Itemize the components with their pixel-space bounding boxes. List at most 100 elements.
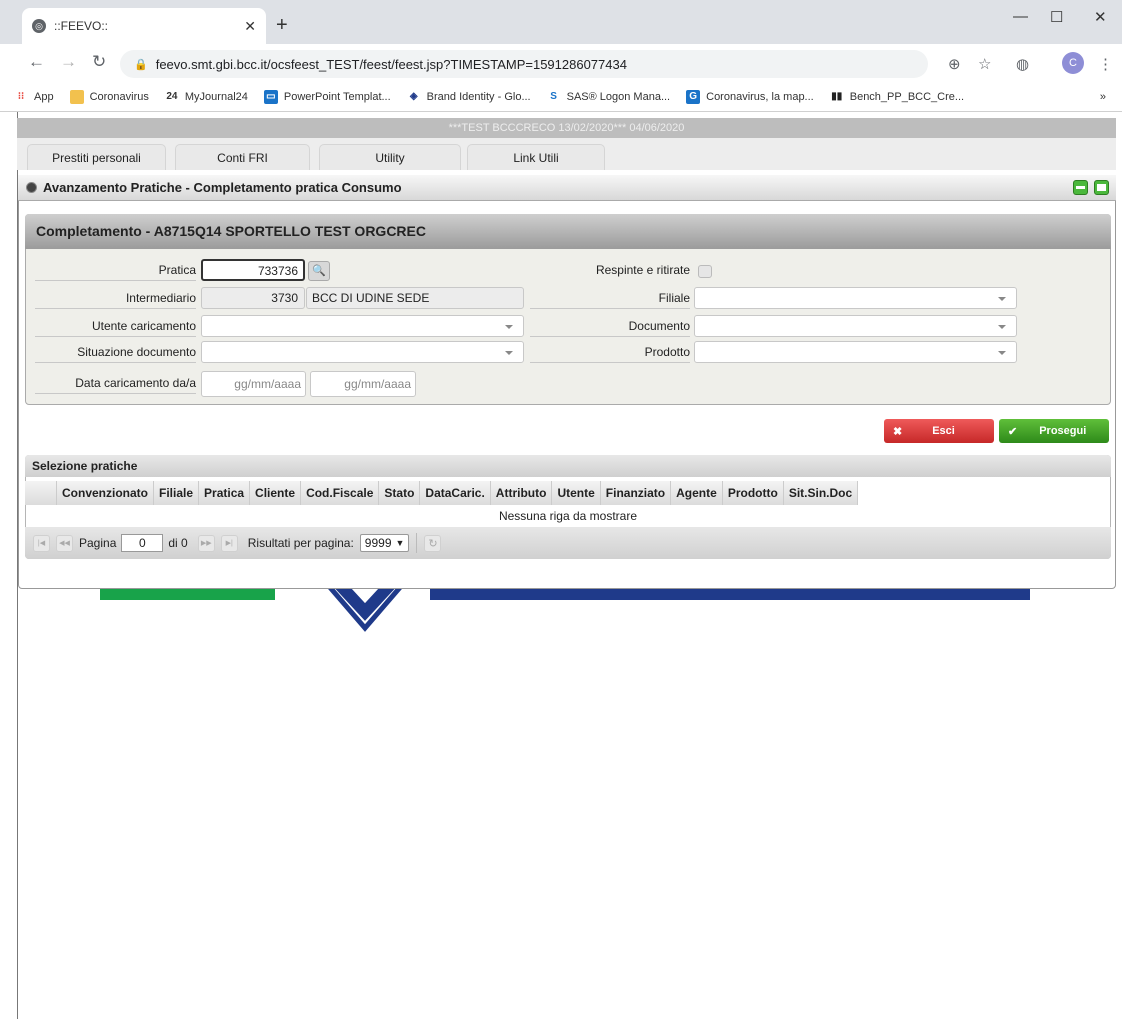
first-page-icon[interactable]: |◀ <box>33 534 50 552</box>
prodotto-select[interactable] <box>694 341 1017 363</box>
pratica-input[interactable]: 733736 <box>201 259 305 281</box>
browser-tab[interactable]: ◎ ::FEEVO:: ✕ <box>22 8 266 44</box>
last-page-icon[interactable]: ▶| <box>220 534 238 552</box>
grid-header: Convenzionato Filiale Pratica Cliente Co… <box>25 481 859 505</box>
zoom-icon[interactable]: ⊕ <box>948 55 961 73</box>
label-respinte: Respinte e ritirate <box>595 263 690 277</box>
filiale-select[interactable] <box>694 287 1017 309</box>
next-page-icon[interactable]: ▶▶ <box>197 534 215 552</box>
lock-icon: 🔒 <box>134 58 148 71</box>
apps-grid-icon: ⁝⁝ <box>17 91 25 102</box>
moon-icon <box>26 182 37 193</box>
col-cliente[interactable]: Cliente <box>250 481 302 505</box>
data-da-input[interactable]: gg/mm/aaaa <box>201 371 306 397</box>
sas-icon: S <box>550 91 557 102</box>
per-page-select[interactable]: 9999 ▼ <box>359 534 410 552</box>
search-icon[interactable]: 🔍 <box>308 261 330 281</box>
menu-tab-conti-fri[interactable]: Conti FRI <box>175 144 310 170</box>
forward-button[interactable]: → <box>60 52 77 72</box>
col-sit-sin-doc[interactable]: Sit.Sin.Doc <box>784 481 859 505</box>
check-icon: ✔ <box>1008 425 1018 438</box>
minimize-panel-icon[interactable] <box>1073 180 1088 195</box>
extension-icon[interactable]: ◍ <box>1016 55 1029 73</box>
empty-grid-message: Nessuna riga da mostrare <box>498 509 638 523</box>
label-pratica: Pratica <box>35 259 196 281</box>
chevron-down-icon: ▼ <box>395 538 405 548</box>
col-convenzionato[interactable]: Convenzionato <box>57 481 154 505</box>
close-tab-icon[interactable]: ✕ <box>244 18 256 35</box>
utente-select[interactable] <box>201 315 524 337</box>
label-documento: Documento <box>530 315 690 337</box>
bookmark-myjournal24[interactable]: 24 MyJournal24 <box>165 90 248 104</box>
page-input[interactable]: 0 <box>121 534 164 552</box>
url-text: feevo.smt.gbi.bcc.it/ocsfeest_TEST/feest… <box>155 56 627 72</box>
label-utente: Utente caricamento <box>35 315 196 337</box>
grid-pager: |◀ ◀◀ Pagina 0 di 0 ▶▶ ▶| Risultati per … <box>25 527 1111 559</box>
maximize-panel-icon[interactable] <box>1094 180 1109 195</box>
minimize-button[interactable]: — <box>1013 8 1028 25</box>
bookmark-app[interactable]: ⁝⁝ App <box>14 90 54 104</box>
journal-icon: 24 <box>166 91 178 102</box>
menu-tab-link-utili[interactable]: Link Utili <box>467 144 605 170</box>
tab-title: ::FEEVO:: <box>54 19 109 33</box>
col-utente[interactable]: Utente <box>552 481 601 505</box>
pager-separator <box>416 533 418 553</box>
bookmark-bench[interactable]: ▮▮ Bench_PP_BCC_Cre... <box>830 90 964 104</box>
bookmarks-bar: ⁝⁝ App Coronavirus 24 MyJournal24 ▭ PowerPo… <box>0 82 1122 112</box>
col-stato[interactable]: Stato <box>379 481 421 505</box>
address-bar[interactable]: 🔒 feevo.smt.gbi.bcc.it/ocsfeest_TEST/fee… <box>120 50 928 78</box>
grid-title: Selezione pratiche <box>25 455 1111 477</box>
label-situazione: Situazione documento <box>35 341 196 363</box>
star-icon[interactable]: ☆ <box>978 55 991 73</box>
bookmark-sas[interactable]: S SAS® Logon Mana... <box>547 90 670 104</box>
esci-button[interactable]: ✖ Esci <box>884 419 994 443</box>
intermediario-name-field: BCC DI UDINE SEDE <box>306 287 524 309</box>
environment-banner: ***TEST BCCCRECO 13/02/2020*** 04/06/202… <box>17 118 1116 138</box>
col-agente[interactable]: Agente <box>671 481 723 505</box>
back-button[interactable]: ← <box>28 52 45 72</box>
col-datacaric[interactable]: DataCaric. <box>420 481 491 505</box>
close-icon: ✖ <box>893 425 903 438</box>
panel-header: Avanzamento Pratiche - Completamento pra… <box>18 175 1116 201</box>
col-prodotto[interactable]: Prodotto <box>723 481 784 505</box>
prev-page-icon[interactable]: ◀◀ <box>56 534 73 552</box>
prosegui-button[interactable]: ✔ Prosegui <box>999 419 1109 443</box>
label-prodotto: Prodotto <box>530 341 690 363</box>
bookmark-brand-identity[interactable]: ◈ Brand Identity - Glo... <box>407 90 531 104</box>
label-filiale: Filiale <box>530 287 690 309</box>
col-attributo[interactable]: Attributo <box>491 481 553 505</box>
bookmark-powerpoint[interactable]: ▭ PowerPoint Templat... <box>263 89 391 104</box>
profile-avatar[interactable]: C <box>1062 52 1084 74</box>
map-icon: G <box>686 89 701 104</box>
intermediario-code-field: 3730 <box>201 287 305 309</box>
refresh-icon[interactable]: ↻ <box>424 534 442 552</box>
col-cod-fiscale[interactable]: Cod.Fiscale <box>301 481 380 505</box>
col-finanziato[interactable]: Finanziato <box>601 481 672 505</box>
per-page-label: Risultati per pagina: <box>247 536 354 550</box>
menu-tab-prestiti[interactable]: Prestiti personali <box>27 144 166 170</box>
menu-dots-icon[interactable]: ⋮ <box>1098 55 1113 73</box>
bar-chart-icon: ▮▮ <box>831 91 843 102</box>
reload-button[interactable]: ↻ <box>92 52 106 72</box>
col-pratica[interactable]: Pratica <box>199 481 251 505</box>
data-a-input[interactable]: gg/mm/aaaa <box>310 371 416 397</box>
new-tab-button[interactable]: + <box>276 14 288 37</box>
more-bookmarks-icon[interactable]: » <box>1100 91 1106 103</box>
form-title: Completamento - A8715Q14 SPORTELLO TEST … <box>25 214 1111 249</box>
bookmark-coronavirus-map[interactable]: G Coronavirus, la map... <box>686 89 814 104</box>
maximize-button[interactable]: ☐ <box>1050 8 1063 26</box>
panel-title: Avanzamento Pratiche - Completamento pra… <box>43 180 402 195</box>
pagina-label: Pagina <box>79 536 117 550</box>
label-intermediario: Intermediario <box>35 287 196 309</box>
situazione-select[interactable] <box>201 341 524 363</box>
menu-tab-utility[interactable]: Utility <box>319 144 461 170</box>
diamond-icon: ◈ <box>409 91 418 102</box>
bookmark-coronavirus[interactable]: Coronavirus <box>69 89 149 104</box>
documento-select[interactable] <box>694 315 1017 337</box>
globe-icon: ◎ <box>32 19 46 33</box>
folder-icon <box>69 89 84 104</box>
respinte-checkbox[interactable] <box>698 265 712 278</box>
col-filiale[interactable]: Filiale <box>154 481 200 505</box>
label-data: Data caricamento da/a <box>35 372 196 394</box>
close-window-button[interactable]: ✕ <box>1094 8 1107 26</box>
